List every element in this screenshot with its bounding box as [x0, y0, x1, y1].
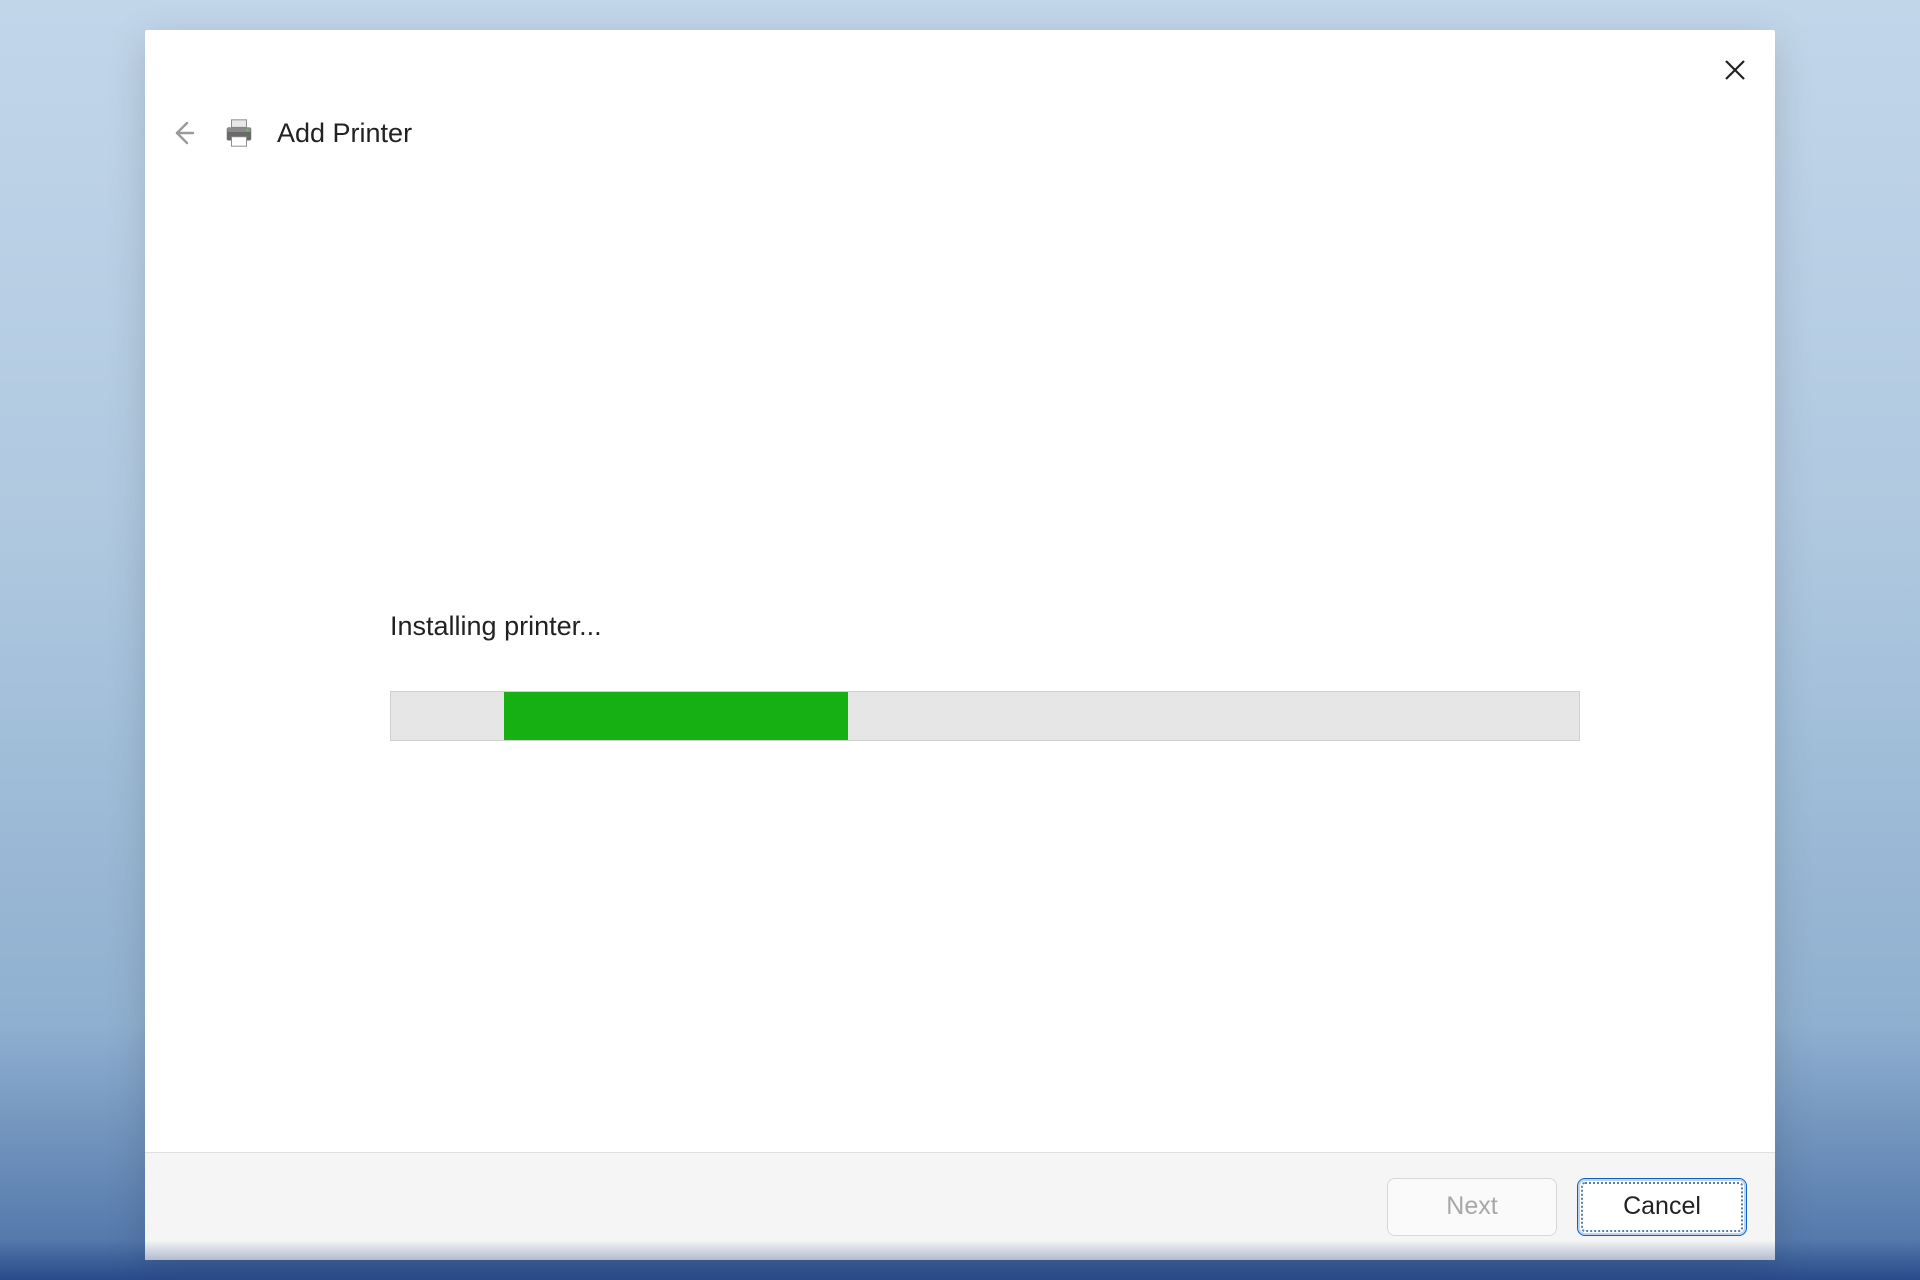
- title-row: Add Printer: [145, 90, 1775, 161]
- dialog-header: [145, 30, 1775, 90]
- printer-icon: [223, 117, 255, 149]
- close-button[interactable]: [1715, 50, 1755, 90]
- taskbar-glow: [0, 1240, 1920, 1280]
- add-printer-dialog: Add Printer Installing printer... Next C…: [145, 30, 1775, 1260]
- back-arrow-icon: [169, 119, 197, 147]
- back-button: [165, 115, 201, 151]
- close-icon: [1724, 59, 1746, 81]
- cancel-button[interactable]: Cancel: [1577, 1178, 1747, 1236]
- next-button: Next: [1387, 1178, 1557, 1236]
- status-message: Installing printer...: [390, 611, 602, 642]
- progress-bar: [390, 691, 1580, 741]
- content-area: Installing printer...: [145, 161, 1775, 1152]
- dialog-title: Add Printer: [277, 118, 412, 149]
- desktop-background: Add Printer Installing printer... Next C…: [0, 0, 1920, 1280]
- progress-fill: [504, 692, 849, 740]
